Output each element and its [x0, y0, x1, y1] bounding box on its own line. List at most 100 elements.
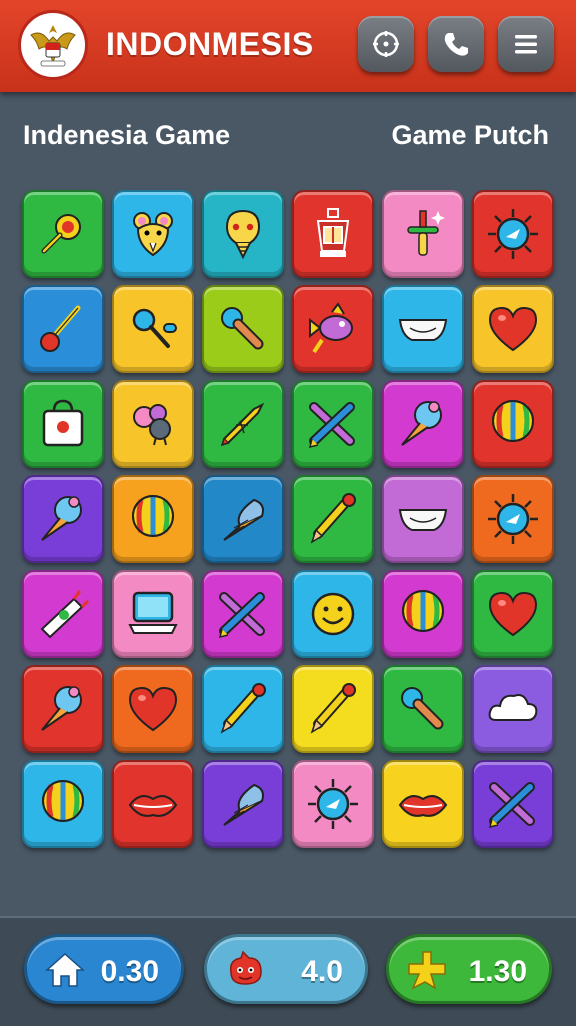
game-tile[interactable]: [472, 285, 554, 373]
laptop-icon: [128, 591, 178, 634]
game-tile[interactable]: [292, 380, 374, 468]
smiley-icon: [311, 592, 355, 636]
game-tile[interactable]: [472, 760, 554, 848]
microphone-icon: [221, 307, 264, 350]
game-tile[interactable]: [112, 475, 194, 563]
striped-balloon-icon: [492, 400, 534, 442]
game-tile[interactable]: [112, 285, 194, 373]
crossed-pencils-icon: [488, 782, 535, 829]
game-tile[interactable]: [472, 570, 554, 658]
phone-icon: [444, 33, 468, 56]
bulb-face-icon: [225, 209, 261, 260]
star-plus-icon: [408, 951, 446, 990]
target-button[interactable]: [358, 16, 414, 72]
game-tile[interactable]: [202, 570, 284, 658]
magnifier-icon: [132, 308, 177, 348]
game-tile[interactable]: [112, 760, 194, 848]
game-tile[interactable]: [382, 380, 464, 468]
game-tile[interactable]: [382, 285, 464, 373]
game-tile[interactable]: [382, 190, 464, 278]
game-tile[interactable]: [292, 760, 374, 848]
game-tile[interactable]: [202, 190, 284, 278]
game-tile[interactable]: [472, 380, 554, 468]
bonus-stat-value: 1.30: [468, 955, 527, 988]
blob-stat-value: 4.0: [301, 955, 343, 988]
subtitle-right: Game Putch: [391, 120, 549, 150]
game-tile[interactable]: [22, 760, 104, 848]
pencil-icon: [310, 493, 356, 544]
game-tile[interactable]: [292, 475, 374, 563]
garuda-emblem-icon: [18, 10, 88, 80]
sparkle-wand-icon: [407, 210, 445, 256]
pencil-icon: [310, 683, 356, 734]
heart-icon: [488, 306, 538, 352]
ice-cream-icon: [401, 401, 442, 446]
lips-icon: [398, 795, 448, 817]
candy-wrapper-icon: [40, 590, 90, 639]
game-tile[interactable]: [382, 760, 464, 848]
game-tile[interactable]: [472, 190, 554, 278]
sun-badge-icon: [488, 494, 538, 544]
game-tile[interactable]: [22, 190, 104, 278]
ice-cream-icon: [41, 686, 82, 731]
game-tile[interactable]: [472, 665, 554, 753]
sun-badge-icon: [488, 209, 538, 259]
game-tile[interactable]: [22, 570, 104, 658]
menu-button[interactable]: [498, 16, 554, 72]
striped-balloon-icon: [402, 590, 444, 632]
home-stat-button[interactable]: 0.30: [24, 934, 184, 1004]
game-tile[interactable]: [202, 760, 284, 848]
heart-icon: [488, 591, 538, 637]
game-tile[interactable]: [22, 665, 104, 753]
game-tile[interactable]: [202, 475, 284, 563]
target-icon: [373, 31, 399, 57]
app-title: INDONMESIS: [106, 26, 314, 62]
bag-icon: [42, 399, 84, 447]
pencil-icon: [220, 683, 266, 734]
game-tile[interactable]: [22, 285, 104, 373]
game-tile[interactable]: [112, 665, 194, 753]
bonus-stat-button[interactable]: 1.30: [386, 934, 552, 1004]
game-tile[interactable]: [202, 665, 284, 753]
paintbrush-icon: [40, 305, 81, 352]
red-blob-icon: [229, 950, 262, 985]
game-tile[interactable]: [112, 190, 194, 278]
striped-balloon-icon: [132, 495, 174, 537]
home-stat-value: 0.30: [100, 955, 159, 988]
cloud-icon: [488, 694, 538, 721]
ice-cream-icon: [41, 496, 82, 541]
game-tile[interactable]: [382, 665, 464, 753]
bowl-icon: [398, 319, 448, 341]
footer-bar: 0.30 4.0 1.30: [0, 916, 576, 1026]
mouse-face-icon: [133, 212, 173, 257]
tile-grid: [22, 190, 556, 848]
game-tile[interactable]: [202, 380, 284, 468]
game-tile[interactable]: [112, 570, 194, 658]
heart-icon: [128, 686, 178, 732]
game-tile[interactable]: [292, 570, 374, 658]
cloud-blob-icon: [133, 404, 171, 446]
game-tile[interactable]: [202, 285, 284, 373]
bowl-icon: [398, 509, 448, 531]
sun-badge-icon: [308, 779, 358, 829]
blob-stat-button[interactable]: 4.0: [204, 934, 368, 1004]
game-tile[interactable]: [22, 380, 104, 468]
subtitle-left: Indenesia Game: [23, 120, 231, 150]
game-tile[interactable]: [112, 380, 194, 468]
hamburger-menu-icon: [515, 35, 537, 54]
game-tile[interactable]: [472, 475, 554, 563]
game-tile[interactable]: [382, 570, 464, 658]
striped-balloon-icon: [42, 780, 84, 822]
lips-icon: [128, 795, 178, 817]
game-tile[interactable]: [292, 190, 374, 278]
phone-button[interactable]: [428, 16, 484, 72]
microphone-icon: [401, 687, 444, 730]
game-tile[interactable]: [22, 475, 104, 563]
fish-icon: [309, 302, 353, 354]
lantern-icon: [316, 208, 350, 257]
rocket-icon: [220, 402, 265, 447]
crossed-pencils-icon: [308, 402, 355, 449]
game-tile[interactable]: [382, 475, 464, 563]
game-tile[interactable]: [292, 285, 374, 373]
game-tile[interactable]: [292, 665, 374, 753]
